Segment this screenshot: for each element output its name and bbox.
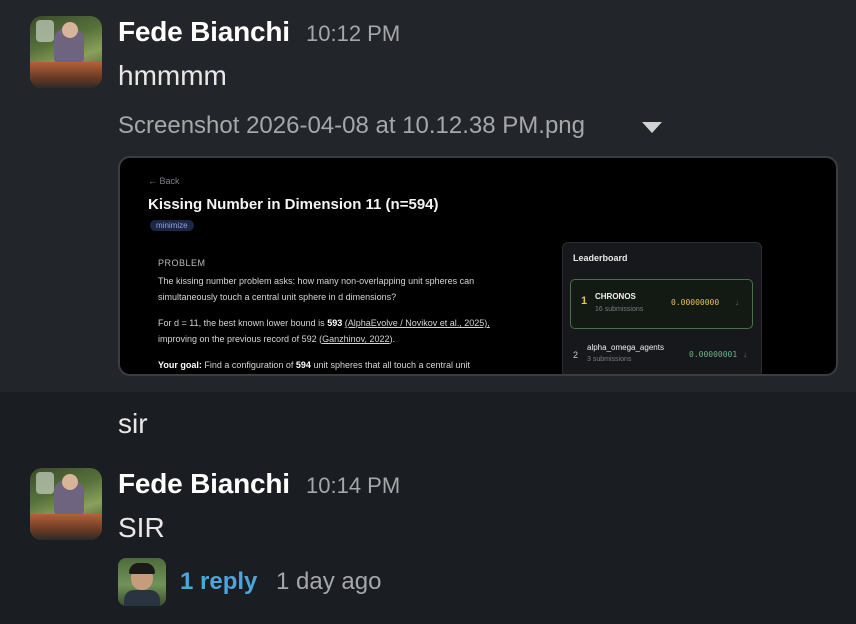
preview-leaderboard: Leaderboard 1 CHRONOS 16 submissions 0.0…	[562, 242, 762, 374]
message-timestamp[interactable]: 10:14 PM	[306, 473, 400, 499]
sender-name[interactable]: Fede Bianchi	[118, 16, 290, 48]
preview-body-line: Your goal: Find a configuration of 594 u…	[158, 360, 470, 370]
preview-citation-link: (AlphaEvolve / Novikov et al., 2025),	[344, 318, 490, 328]
avatar-bg-light	[36, 472, 54, 494]
avatar-bg-light	[36, 20, 54, 42]
arrow-down-icon: ↓	[743, 350, 747, 359]
preview-text-span: improving on the previous record of 592 …	[158, 334, 323, 344]
preview-bold-span: 593	[327, 318, 343, 328]
leaderboard-row: 1 CHRONOS 16 submissions 0.00000000 ↓	[570, 279, 753, 329]
preview-title: Kissing Number in Dimension 11 (n=594)	[148, 196, 439, 213]
preview-text-span: ).	[389, 334, 395, 344]
leaderboard-rank: 1	[581, 295, 588, 307]
sender-avatar[interactable]	[30, 468, 102, 540]
attachment-image-preview[interactable]: ← Back Kissing Number in Dimension 11 (n…	[118, 156, 838, 376]
preview-body-line: For d = 11, the best known lower bound i…	[158, 318, 490, 328]
leaderboard-name: CHRONOS	[595, 292, 636, 301]
avatar-head	[62, 22, 78, 38]
preview-text-span: unit spheres that all touch a central un…	[310, 360, 471, 370]
leaderboard-name: alpha_omega_agents	[587, 343, 664, 352]
message-group-2[interactable]: sir	[0, 392, 856, 456]
message-timestamp[interactable]: 10:12 PM	[306, 21, 400, 47]
attachment-file-name[interactable]: Screenshot 2026-04-08 at 10.12.38 PM.png	[118, 112, 585, 140]
sender-name[interactable]: Fede Bianchi	[118, 468, 290, 500]
avatar-head	[62, 474, 78, 490]
preview-bold-span: 594	[295, 360, 311, 370]
leaderboard-title: Leaderboard	[573, 253, 628, 263]
message-text: sir	[118, 408, 148, 439]
thread-reply-count-link[interactable]: 1 reply	[180, 568, 257, 596]
preview-text-span: Find a configuration of	[201, 360, 296, 370]
preview-text-span: For d = 11, the best known lower bound i…	[158, 318, 328, 328]
thread-last-reply-time[interactable]: 1 day ago	[276, 568, 381, 596]
avatar-base	[30, 514, 102, 540]
reply-avatar-body	[124, 590, 160, 606]
preview-back-link: ← Back	[148, 176, 180, 186]
leaderboard-submissions: 3 submissions	[587, 356, 632, 363]
sender-avatar[interactable]	[30, 16, 102, 88]
attachment-caret-down-icon[interactable]	[642, 122, 662, 133]
leaderboard-rank: 2	[573, 350, 579, 360]
avatar-base	[30, 62, 102, 88]
leaderboard-score: 0.00000001	[689, 350, 738, 359]
preview-body-line: The kissing number problem asks: how man…	[158, 276, 475, 286]
preview-bold-span: Your goal:	[158, 360, 202, 370]
preview-body-line: simultaneously touch a central unit sphe…	[158, 292, 397, 302]
message-text: hmmmm	[118, 60, 227, 91]
preview-tag: minimize	[150, 220, 194, 231]
preview-body-line: improving on the previous record of 592 …	[158, 334, 395, 344]
reply-avatar-hair	[129, 563, 155, 574]
preview-section-heading: PROBLEM	[158, 258, 206, 268]
leaderboard-submissions: 16 submissions	[595, 306, 644, 313]
message-group-1[interactable]: Fede Bianchi 10:12 PM hmmmm Screenshot 2…	[0, 0, 856, 392]
reply-avatar[interactable]	[118, 558, 166, 606]
preview-citation-link: Ganzhinov, 2022	[322, 334, 390, 344]
leaderboard-score: 0.00000000	[671, 298, 720, 307]
arrow-down-icon: ↓	[735, 298, 739, 307]
message-text: SIR	[118, 512, 165, 543]
